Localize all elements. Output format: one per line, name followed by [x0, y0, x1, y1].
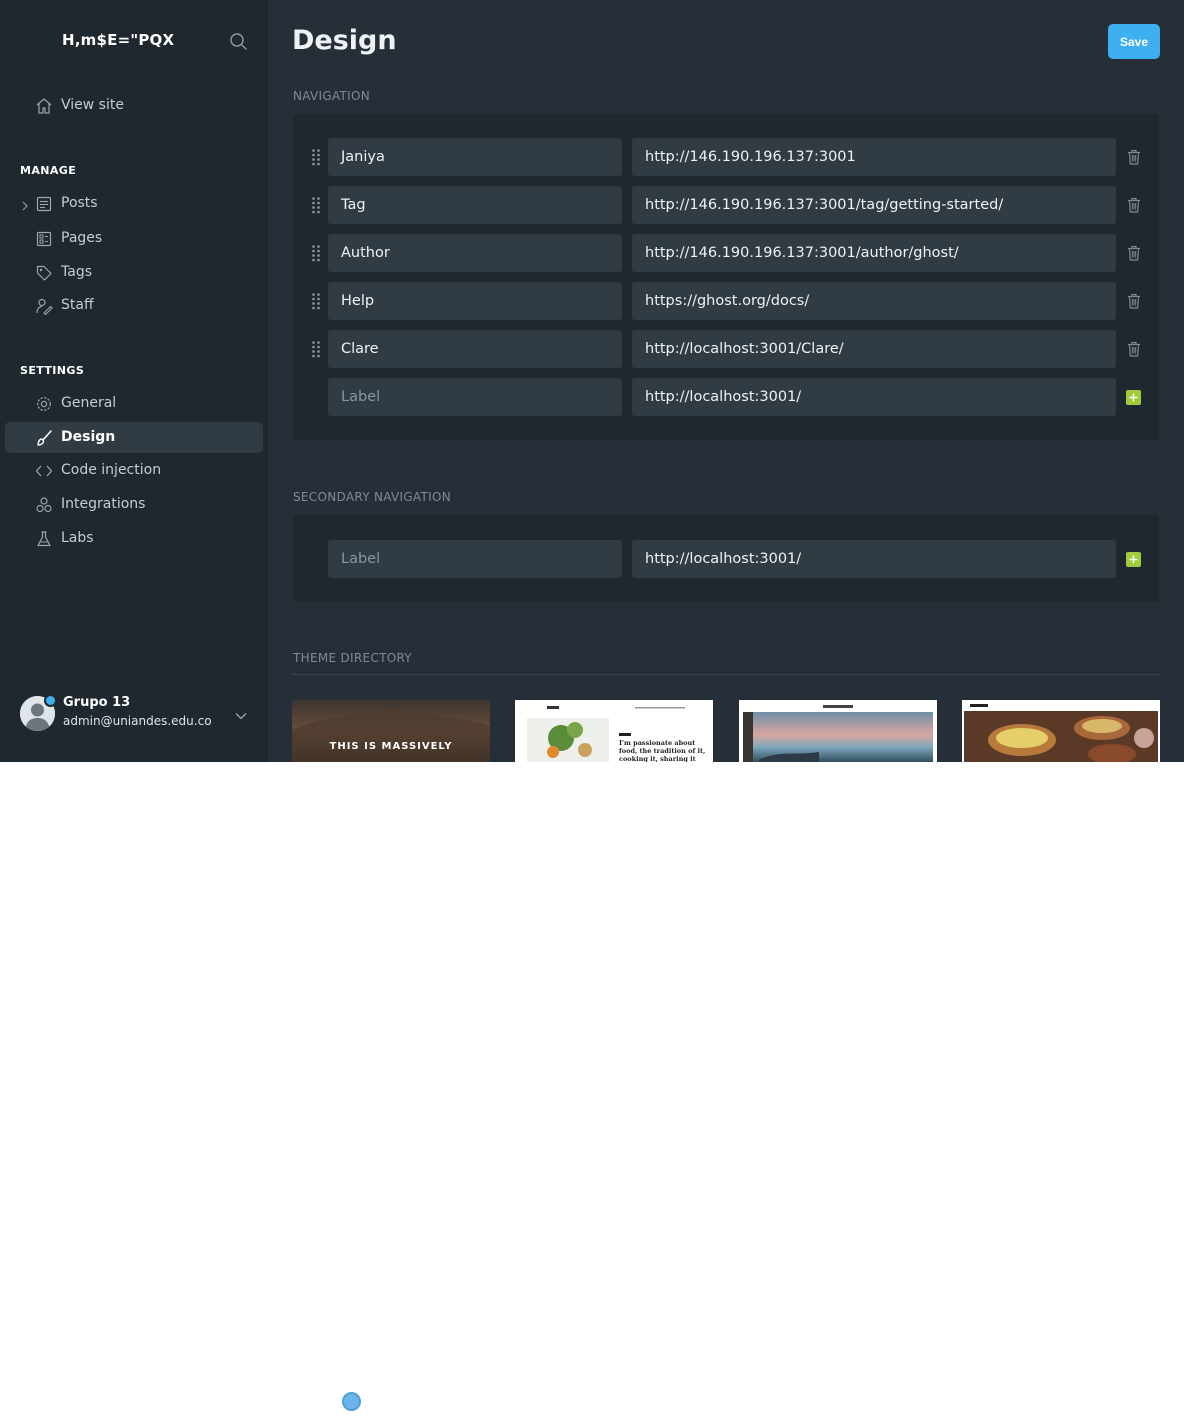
- theme-card-food[interactable]: I'm passionate about food, the tradition…: [515, 700, 713, 762]
- integrations-icon: [35, 496, 53, 514]
- sidebar-item-labs[interactable]: Labs: [5, 523, 263, 554]
- chevron-right-icon[interactable]: [19, 197, 31, 211]
- trash-icon[interactable]: [1127, 245, 1141, 261]
- nav-url-input[interactable]: http://146.190.196.137:3001: [632, 138, 1116, 176]
- trash-icon[interactable]: [1127, 341, 1141, 357]
- nav-label-input[interactable]: Janiya: [328, 138, 622, 176]
- sidebar-item-staff[interactable]: Staff: [5, 290, 263, 321]
- navigation-card: Janiya http://146.190.196.137:3001 Tag h…: [292, 113, 1160, 441]
- code-icon: [35, 462, 53, 480]
- admin-app: H,m$E="PQX View site MANAGE Posts Pages: [0, 0, 1184, 762]
- divider: [292, 674, 1160, 675]
- drag-handle-icon[interactable]: [311, 340, 321, 358]
- nav-url-input[interactable]: https://ghost.org/docs/: [632, 282, 1116, 320]
- secondary-navigation-card: Label http://localhost:3001/: [292, 514, 1160, 603]
- gear-icon: [35, 395, 53, 413]
- nav-url-input[interactable]: http://146.190.196.137:3001/tag/getting-…: [632, 186, 1116, 224]
- sidebar-item-integrations[interactable]: Integrations: [5, 489, 263, 520]
- sidebar-item-pages[interactable]: Pages: [5, 223, 263, 254]
- pages-icon: [35, 230, 53, 248]
- drag-handle-icon[interactable]: [311, 292, 321, 310]
- navigation-item: Tag http://146.190.196.137:3001/tag/gett…: [293, 186, 1161, 224]
- nav-url-input[interactable]: http://localhost:3001/Clare/: [632, 330, 1116, 368]
- sidebar-item-posts[interactable]: Posts: [5, 188, 263, 219]
- site-title[interactable]: H,m$E="PQX: [62, 31, 174, 49]
- chevron-down-icon[interactable]: [234, 707, 248, 720]
- sidebar-item-label: Code injection: [61, 462, 162, 478]
- new-navigation-item: Label http://localhost:3001/: [293, 378, 1161, 416]
- trash-icon[interactable]: [1127, 149, 1141, 165]
- new-nav-url-input[interactable]: http://localhost:3001/: [632, 378, 1116, 416]
- new-secondary-url-input[interactable]: http://localhost:3001/: [632, 540, 1116, 578]
- navigation-item: Janiya http://146.190.196.137:3001: [293, 138, 1161, 176]
- new-nav-label-input[interactable]: Label: [328, 378, 622, 416]
- notification-dot: [44, 694, 57, 707]
- add-icon[interactable]: [1126, 552, 1141, 567]
- nav-url-input[interactable]: http://146.190.196.137:3001/author/ghost…: [632, 234, 1116, 272]
- sidebar-item-tags[interactable]: Tags: [5, 257, 263, 288]
- add-icon[interactable]: [1126, 390, 1141, 405]
- nav-label-input[interactable]: Help: [328, 282, 622, 320]
- drag-handle-icon[interactable]: [311, 148, 321, 166]
- sidebar-item-label: General: [61, 395, 117, 411]
- nav-label-input[interactable]: Tag: [328, 186, 622, 224]
- brush-icon: [35, 429, 53, 447]
- search-icon[interactable]: [228, 31, 250, 53]
- view-site-label: View site: [61, 97, 124, 113]
- tag-icon: [35, 264, 53, 282]
- theme-preview-text: THIS IS MASSIVELY: [330, 741, 453, 752]
- sidebar-item-general[interactable]: General: [5, 388, 263, 419]
- sidebar-item-label: Pages: [61, 230, 103, 246]
- theme-directory-heading: THEME DIRECTORY: [293, 651, 412, 665]
- staff-icon: [35, 297, 53, 316]
- sidebar-item-design[interactable]: Design: [5, 422, 263, 453]
- sidebar-item-label: Tags: [61, 264, 92, 280]
- secondary-navigation-heading: SECONDARY NAVIGATION: [293, 490, 451, 504]
- theme-preview-text: I'm passionate about food, the tradition…: [619, 739, 706, 762]
- settings-heading: SETTINGS: [20, 364, 85, 377]
- new-secondary-label-input[interactable]: Label: [328, 540, 622, 578]
- flask-icon: [35, 530, 53, 548]
- sidebar-item-label: Integrations: [61, 496, 146, 512]
- trash-icon[interactable]: [1127, 197, 1141, 213]
- home-icon: [35, 97, 53, 115]
- cursor-indicator: [342, 1392, 361, 1411]
- sidebar: H,m$E="PQX View site MANAGE Posts Pages: [0, 0, 268, 762]
- save-button[interactable]: Save: [1108, 24, 1160, 59]
- user-menu[interactable]: Grupo 13 admin@uniandes.edu.co: [20, 693, 260, 735]
- theme-card-feast[interactable]: [962, 700, 1160, 762]
- trash-icon[interactable]: [1127, 293, 1141, 309]
- user-name: Grupo 13: [63, 695, 131, 710]
- sidebar-item-label: Design: [61, 429, 116, 445]
- navigation-item: Author http://146.190.196.137:3001/autho…: [293, 234, 1161, 272]
- view-site-link[interactable]: View site: [5, 90, 263, 121]
- sidebar-item-label: Posts: [61, 195, 98, 211]
- navigation-item: Help https://ghost.org/docs/: [293, 282, 1161, 320]
- drag-handle-icon[interactable]: [311, 244, 321, 262]
- theme-card-landscape[interactable]: [739, 700, 937, 762]
- user-email: admin@uniandes.edu.co: [63, 714, 212, 728]
- main-content: Design Save NAVIGATION Janiya http://146…: [268, 0, 1184, 762]
- new-secondary-navigation-item: Label http://localhost:3001/: [293, 540, 1161, 578]
- nav-label-input[interactable]: Clare: [328, 330, 622, 368]
- posts-icon: [35, 195, 53, 213]
- sidebar-item-label: Staff: [61, 297, 94, 313]
- sidebar-item-label: Labs: [61, 530, 94, 546]
- nav-label-input[interactable]: Author: [328, 234, 622, 272]
- theme-card-massively[interactable]: THIS IS MASSIVELY: [292, 700, 490, 762]
- page-title: Design: [292, 25, 397, 56]
- sidebar-item-code-injection[interactable]: Code injection: [5, 455, 263, 486]
- drag-handle-icon[interactable]: [311, 196, 321, 214]
- manage-heading: MANAGE: [20, 164, 77, 177]
- navigation-heading: NAVIGATION: [293, 89, 371, 103]
- navigation-item: Clare http://localhost:3001/Clare/: [293, 330, 1161, 368]
